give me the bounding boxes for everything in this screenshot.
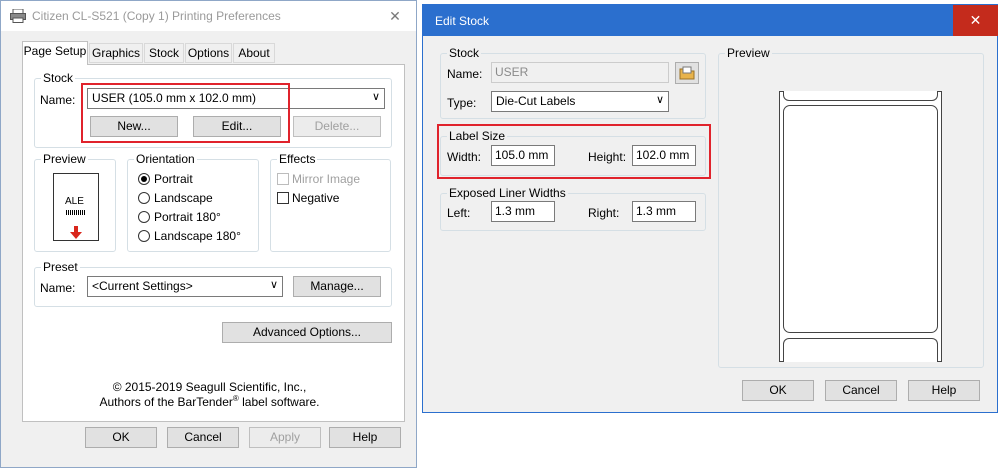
preset-name-value: <Current Settings> (92, 279, 193, 293)
ok-button[interactable]: OK (85, 427, 157, 448)
copyright-line-2: Authors of the BarTender® label software… (1, 394, 418, 409)
chevron-down-icon: ∨ (655, 94, 664, 106)
height-label: Height: (588, 150, 627, 164)
negative-label: Negative (292, 191, 340, 205)
preset-name-label: Name: (40, 281, 76, 295)
preset-name-select[interactable]: <Current Settings> ∨ (87, 276, 283, 297)
stock-name-label: Name: (40, 93, 76, 107)
label-preview-bottom-partial (783, 338, 938, 362)
folder-icon (679, 66, 695, 86)
window-title: Edit Stock (435, 14, 490, 28)
title-bar[interactable]: Citizen CL-S521 (Copy 1) Printing Prefer… (1, 1, 416, 31)
delete-stock-button[interactable]: Delete... (293, 116, 381, 137)
edit-cancel-button[interactable]: Cancel (825, 380, 897, 401)
left-liner-label: Left: (447, 206, 471, 220)
right-liner-input[interactable]: 1.3 mm (632, 201, 696, 222)
advanced-options-button[interactable]: Advanced Options... (222, 322, 392, 343)
effects-group-label: Effects (277, 152, 318, 166)
mirror-image-checkbox[interactable] (277, 173, 289, 185)
printing-preferences-window: Citizen CL-S521 (Copy 1) Printing Prefer… (0, 0, 417, 468)
cancel-button[interactable]: Cancel (167, 427, 239, 448)
radio-landscape[interactable] (138, 192, 150, 204)
preview-sample-text: ALE (65, 196, 84, 207)
edit-type-label: Type: (447, 96, 477, 110)
width-input[interactable]: 105.0 mm (491, 145, 555, 166)
radio-portrait[interactable] (138, 173, 150, 185)
stock-name-value: USER (105.0 mm x 102.0 mm) (92, 91, 257, 105)
preview-label-thumbnail: ALE (53, 173, 99, 241)
copyright-line-2-suffix: label software. (238, 395, 320, 409)
preset-group-label: Preset (41, 260, 80, 274)
label-size-group-label: Label Size (447, 129, 508, 143)
edit-name-label: Name: (447, 67, 483, 81)
edit-preview-group-label: Preview (725, 46, 772, 60)
close-icon[interactable]: ✕ (373, 1, 417, 31)
apply-button[interactable]: Apply (249, 427, 321, 448)
mirror-image-label: Mirror Image (292, 172, 361, 186)
tab-stock[interactable]: Stock (144, 43, 184, 63)
tab-about[interactable]: About (233, 43, 275, 63)
liner-widths-group-label: Exposed Liner Widths (447, 186, 568, 200)
height-input[interactable]: 102.0 mm (632, 145, 696, 166)
edit-type-select[interactable]: Die-Cut Labels ∨ (491, 91, 669, 112)
edit-help-button[interactable]: Help (908, 380, 980, 401)
radio-landscape-180-label: Landscape 180° (154, 229, 241, 243)
tab-page-setup[interactable]: Page Setup (22, 41, 88, 65)
manage-button[interactable]: Manage... (293, 276, 381, 297)
tab-graphics[interactable]: Graphics (89, 43, 143, 63)
edit-stock-group-label: Stock (447, 46, 482, 60)
radio-landscape-label: Landscape (154, 191, 213, 205)
preview-group-label: Preview (41, 152, 88, 166)
label-preview-top-partial (783, 91, 938, 101)
barcode-icon (66, 210, 86, 215)
stock-name-select[interactable]: USER (105.0 mm x 102.0 mm) ∨ (87, 88, 385, 109)
radio-landscape-180[interactable] (138, 230, 150, 242)
chevron-down-icon: ∨ (371, 91, 380, 103)
tab-options[interactable]: Options (185, 43, 232, 63)
orientation-group-label: Orientation (134, 152, 197, 166)
edit-name-input[interactable]: USER (491, 62, 669, 83)
left-liner-input[interactable]: 1.3 mm (491, 201, 555, 222)
help-button[interactable]: Help (329, 427, 401, 448)
copyright-line-2-text: Authors of the BarTender (99, 395, 233, 409)
new-stock-button[interactable]: New... (90, 116, 178, 137)
radio-portrait-180[interactable] (138, 211, 150, 223)
chevron-down-icon: ∨ (269, 279, 278, 291)
title-bar[interactable]: Edit Stock ✕ (423, 5, 998, 36)
width-label: Width: (447, 150, 482, 164)
copyright-line-1: © 2015-2019 Seagull Scientific, Inc., (112, 380, 307, 394)
edit-stock-window: Edit Stock ✕ Stock Name: USER Type: Die-… (422, 4, 998, 413)
label-preview (783, 105, 938, 333)
right-liner-label: Right: (588, 206, 620, 220)
printer-icon (10, 8, 26, 23)
edit-stock-button[interactable]: Edit... (193, 116, 281, 137)
edit-type-value: Die-Cut Labels (496, 94, 576, 108)
close-icon[interactable]: ✕ (953, 5, 998, 36)
radio-portrait-label: Portrait (154, 172, 193, 186)
stock-library-button[interactable] (675, 62, 699, 84)
feed-direction-arrow-icon (69, 226, 83, 243)
stock-group-label: Stock (41, 71, 76, 85)
radio-portrait-180-label: Portrait 180° (154, 210, 221, 224)
window-title: Citizen CL-S521 (Copy 1) Printing Prefer… (32, 9, 281, 23)
edit-ok-button[interactable]: OK (742, 380, 814, 401)
negative-checkbox[interactable] (277, 192, 289, 204)
